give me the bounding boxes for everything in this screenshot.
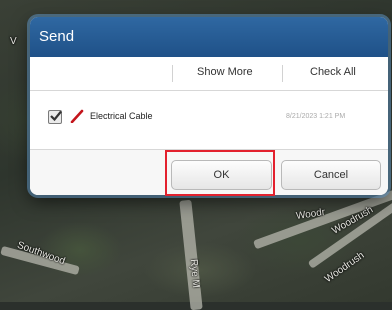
send-dialog: Send Show More Check All Electrical Cabl… — [30, 17, 388, 195]
toolbar-divider — [282, 65, 283, 82]
list-item[interactable]: Electrical Cable 8/21/2023 1:21 PM — [30, 107, 388, 129]
map-label-rye: Rye M — [187, 258, 202, 289]
pencil-icon — [70, 109, 84, 125]
toolbar-divider — [172, 65, 173, 82]
map-label-v: V — [10, 36, 17, 47]
item-label: Electrical Cable — [90, 111, 153, 121]
show-more-button[interactable]: Show More — [197, 66, 253, 78]
item-timestamp: 8/21/2023 1:21 PM — [286, 113, 346, 120]
cancel-button[interactable]: Cancel — [281, 160, 381, 190]
dialog-title: Send — [30, 17, 388, 57]
checkmark-icon — [50, 110, 62, 122]
dialog-footer: OK Cancel — [30, 149, 388, 195]
check-all-button[interactable]: Check All — [310, 66, 356, 78]
ok-button[interactable]: OK — [171, 160, 272, 190]
road — [179, 199, 203, 310]
item-checkbox[interactable] — [48, 110, 62, 124]
dialog-toolbar: Show More Check All — [30, 57, 388, 91]
